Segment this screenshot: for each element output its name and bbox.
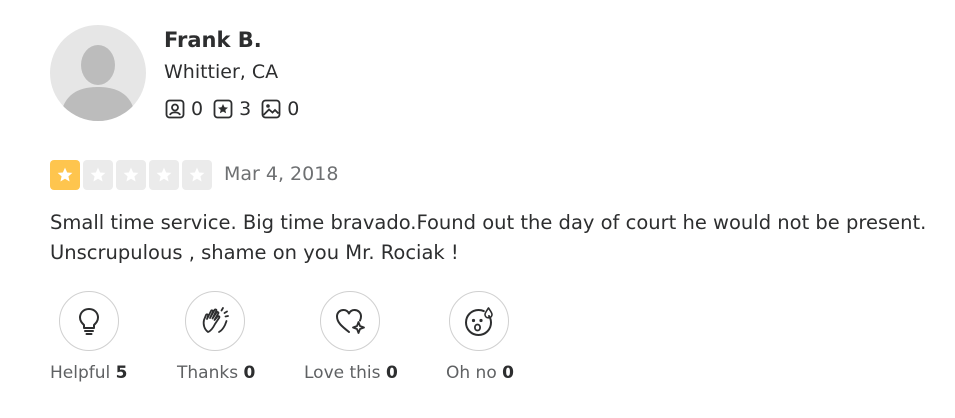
default-user-icon [60, 45, 136, 121]
avatar[interactable] [50, 25, 146, 121]
user-location: Whittier, CA [164, 61, 279, 83]
helpful-text: Helpful [50, 363, 111, 383]
review-star-icon [213, 99, 233, 119]
photos-count-value: 0 [287, 98, 300, 120]
reviews-count-value: 3 [239, 98, 252, 120]
user-name[interactable]: Frank B. [164, 28, 262, 52]
oh-no-face-icon [464, 307, 493, 337]
photos-count: 0 [261, 98, 299, 120]
love-this-button[interactable] [320, 291, 380, 351]
waving-hands-icon [202, 307, 229, 333]
star-icon [50, 160, 80, 190]
star-icon [149, 160, 179, 190]
thanks-label: Thanks 0 [177, 363, 255, 383]
thanks-count: 0 [243, 363, 256, 383]
star-rating [50, 160, 212, 190]
star-icon [182, 160, 212, 190]
thanks-text: Thanks [177, 363, 239, 383]
review-date: Mar 4, 2018 [224, 163, 339, 185]
star-icon [116, 160, 146, 190]
oh-no-count: 0 [502, 363, 514, 383]
review-text: Small time service. Big time bravado.Fou… [50, 211, 927, 264]
user-stats: 0 3 0 [165, 97, 299, 121]
love-this-label: Love this 0 [304, 363, 398, 383]
photo-icon [261, 99, 281, 119]
oh-no-text: Oh no [446, 363, 497, 383]
heart-sparkle-icon [336, 309, 365, 334]
helpful-label: Helpful 5 [50, 363, 128, 383]
oh-no-label: Oh no 0 [446, 363, 514, 383]
love-this-count: 0 [385, 363, 398, 383]
helpful-count: 5 [115, 363, 128, 383]
friends-icon [165, 99, 185, 119]
helpful-button[interactable] [59, 291, 119, 351]
thanks-button[interactable] [185, 291, 245, 351]
love-this-text: Love this [304, 363, 381, 383]
reviews-count: 3 [213, 98, 251, 120]
oh-no-button[interactable] [449, 291, 509, 351]
lightbulb-icon [79, 308, 99, 335]
friends-count-value: 0 [191, 98, 204, 120]
friends-count: 0 [165, 98, 203, 120]
star-icon [83, 160, 113, 190]
